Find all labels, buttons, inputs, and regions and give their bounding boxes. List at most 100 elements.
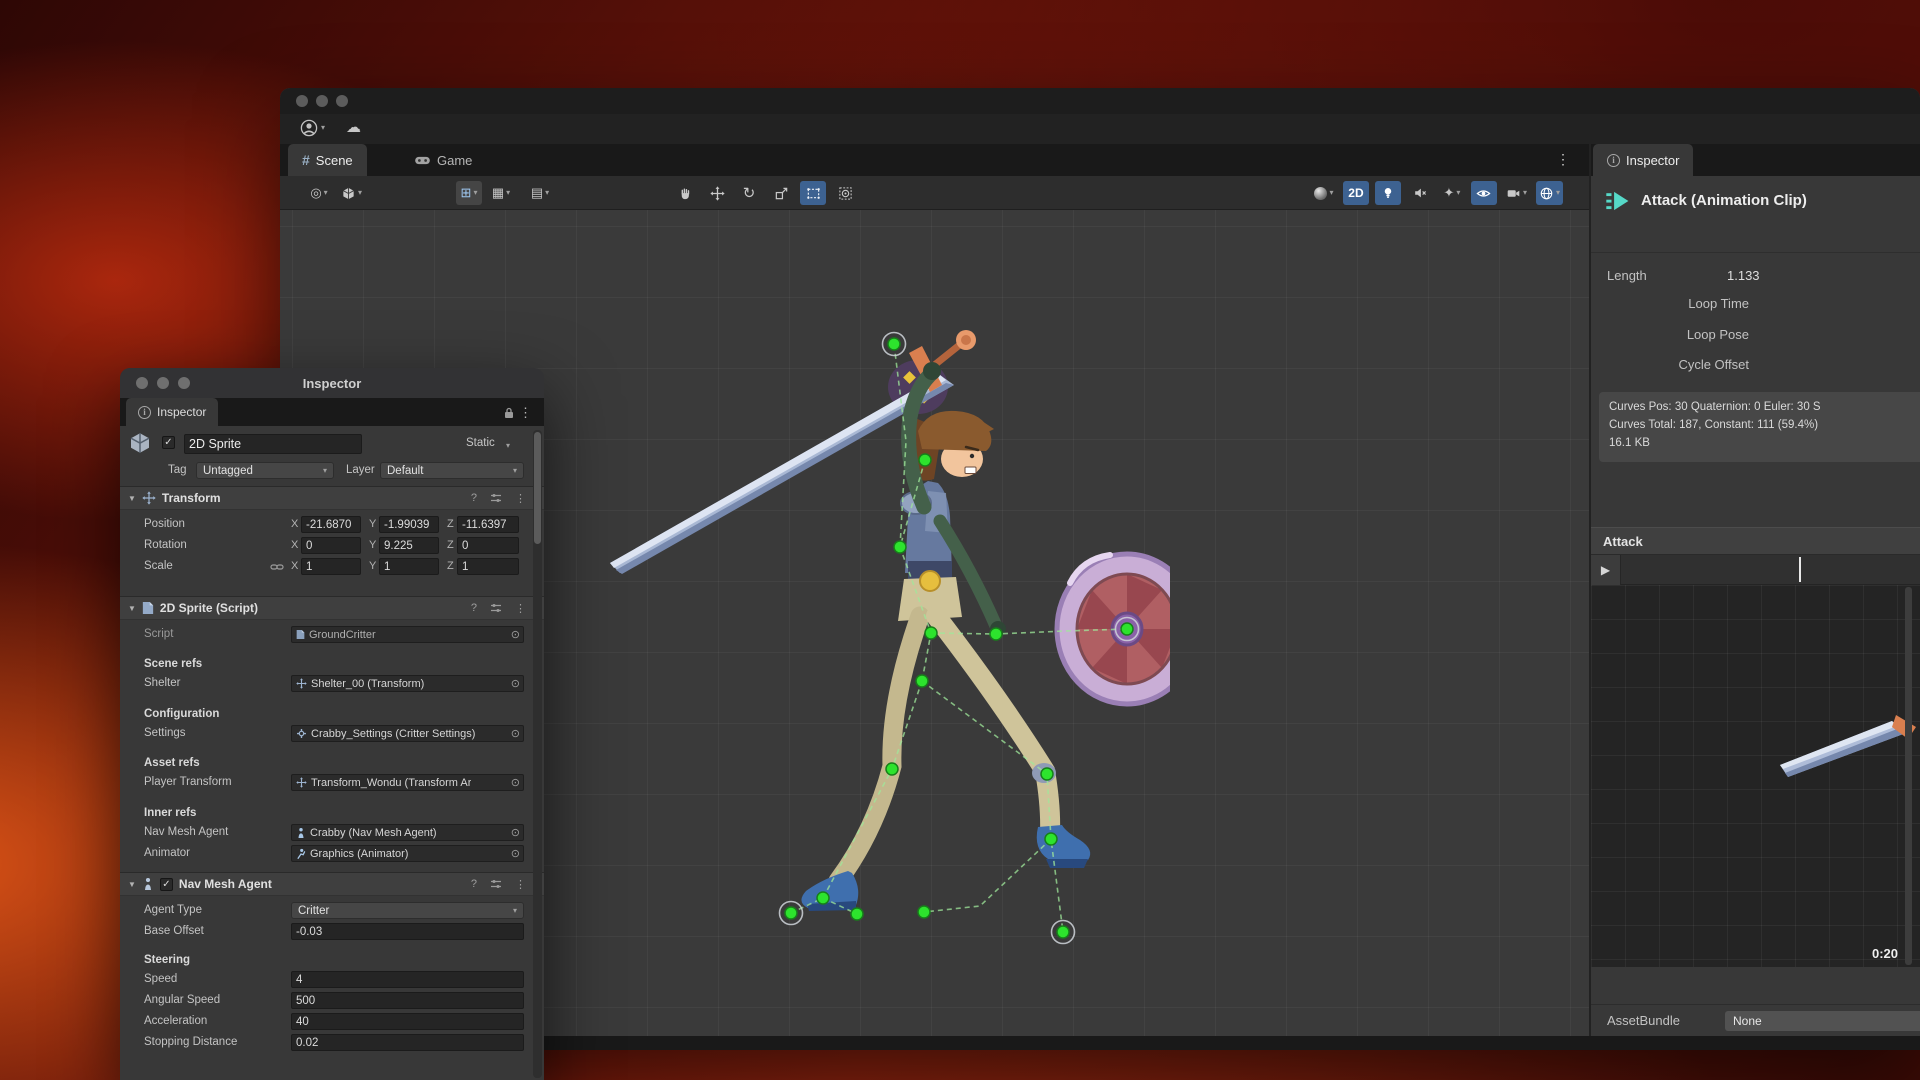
script-component-header[interactable]: ▼ 2D Sprite (Script) ? ⋮ <box>120 596 544 620</box>
transform-component-header[interactable]: ▼ Transform ? ⋮ <box>120 486 544 510</box>
acceleration-field[interactable]: 40 <box>291 1013 524 1030</box>
rotation-y-field[interactable]: 9.225 <box>379 537 439 554</box>
audio-mute-button[interactable] <box>1407 181 1433 205</box>
playhead[interactable] <box>1799 557 1801 582</box>
tool-pivot-button[interactable]: ▾ <box>338 181 365 205</box>
grid-snapping-button[interactable]: ▦ ▾ <box>488 181 514 205</box>
rect-tool-button[interactable] <box>800 181 826 205</box>
script-object-field[interactable]: GroundCritter ⊙ <box>291 626 524 643</box>
layer-dropdown[interactable]: Default ▾ <box>380 462 524 479</box>
scale-x-field[interactable]: 1 <box>301 558 361 575</box>
object-picker-icon[interactable]: ⊙ <box>511 826 520 839</box>
position-z-field[interactable]: -11.6397 <box>457 516 519 533</box>
shading-mode-button[interactable]: ▾ <box>1311 181 1337 205</box>
tab-menu-button[interactable]: ⋮ <box>519 405 532 421</box>
scale-y-field[interactable]: 1 <box>379 558 439 575</box>
help-icon[interactable]: ? <box>471 602 477 614</box>
increment-snap-button[interactable]: ▤ ▾ <box>520 181 560 205</box>
lock-icon[interactable] <box>504 407 514 419</box>
tool-handle-position-button[interactable]: ◎ ▾ <box>306 181 332 205</box>
object-picker-icon[interactable]: ⊙ <box>511 677 520 690</box>
presets-icon[interactable] <box>490 492 502 504</box>
grid-visibility-button[interactable]: ⊞ ▾ <box>456 181 482 205</box>
gizmos-toggle-button[interactable]: ▾ <box>1536 181 1563 205</box>
presets-icon[interactable] <box>490 878 502 890</box>
window-title: Inspector <box>303 376 362 391</box>
player-transform-object-field[interactable]: Transform_Wondu (Transform Ar ⊙ <box>291 774 524 791</box>
tab-game[interactable]: Game <box>400 144 486 176</box>
object-picker-icon[interactable]: ⊙ <box>511 727 520 740</box>
effects-button[interactable]: ✦ ▾ <box>1439 181 1465 205</box>
presets-icon[interactable] <box>490 602 502 614</box>
foldout-icon[interactable]: ▼ <box>128 604 136 613</box>
gameobject-name-field[interactable]: 2D Sprite <box>184 434 362 454</box>
clip-preview-header[interactable]: Attack <box>1591 527 1920 555</box>
navmesh-agent-object-field[interactable]: Crabby (Nav Mesh Agent) ⊙ <box>291 824 524 841</box>
close-window-button[interactable] <box>296 95 308 107</box>
shelter-object-field[interactable]: Shelter_00 (Transform) ⊙ <box>291 675 524 692</box>
transform-tool-button[interactable] <box>832 181 858 205</box>
tab-inspector[interactable]: i Inspector <box>126 398 218 426</box>
inspector-scrollbar[interactable] <box>533 430 542 1078</box>
active-checkbox[interactable]: ✓ <box>162 436 175 449</box>
tabstrip-menu-button[interactable]: ⋮ <box>1556 151 1570 168</box>
angular-speed-field[interactable]: 500 <box>291 992 524 1009</box>
cycle-offset-label[interactable]: Cycle Offset <box>1591 357 1749 372</box>
preview-play-button[interactable]: ▶ <box>1591 555 1621 585</box>
scene-visibility-button[interactable] <box>1471 181 1497 205</box>
account-button[interactable]: ▾ <box>300 119 325 137</box>
position-y-field[interactable]: -1.99039 <box>379 516 439 533</box>
toggle-2d-button[interactable]: 2D <box>1343 181 1369 205</box>
floating-titlebar[interactable]: Inspector <box>120 368 544 398</box>
rotate-tool-button[interactable]: ↻ <box>736 181 762 205</box>
gameobject-cube-icon[interactable] <box>128 431 152 455</box>
tag-dropdown[interactable]: Untagged ▾ <box>196 462 334 479</box>
position-x-field[interactable]: -21.6870 <box>301 516 361 533</box>
speed-field[interactable]: 4 <box>291 971 524 988</box>
scale-tool-button[interactable] <box>768 181 794 205</box>
zoom-window-button[interactable] <box>336 95 348 107</box>
kebab-icon[interactable]: ⋮ <box>515 878 526 891</box>
scale-z-field[interactable]: 1 <box>457 558 519 575</box>
tab-scene[interactable]: # Scene <box>288 144 367 176</box>
foldout-icon[interactable]: ▼ <box>128 880 136 889</box>
animator-object-field[interactable]: Graphics (Animator) ⊙ <box>291 845 524 862</box>
assetbundle-dropdown[interactable]: None <box>1725 1011 1920 1031</box>
scrollbar-thumb[interactable] <box>534 432 541 544</box>
animation-preview[interactable]: 0:20 <box>1591 585 1920 967</box>
loop-pose-label[interactable]: Loop Pose <box>1591 327 1749 342</box>
kebab-icon[interactable]: ⋮ <box>515 602 526 615</box>
zoom-window-button[interactable] <box>178 377 190 389</box>
navmesh-component-header[interactable]: ▼ ✓ Nav Mesh Agent ? ⋮ <box>120 872 544 896</box>
base-offset-field[interactable]: -0.03 <box>291 923 524 940</box>
object-picker-icon[interactable]: ⊙ <box>511 776 520 789</box>
link-icon[interactable] <box>270 562 284 572</box>
close-window-button[interactable] <box>136 377 148 389</box>
tab-inspector[interactable]: i Inspector <box>1593 144 1693 176</box>
minimize-window-button[interactable] <box>316 95 328 107</box>
object-picker-icon[interactable]: ⊙ <box>511 847 520 860</box>
preview-scrollbar[interactable] <box>1905 587 1912 965</box>
agent-type-dropdown[interactable]: Critter ▾ <box>291 902 524 919</box>
loop-time-label[interactable]: Loop Time <box>1591 296 1749 311</box>
hand-tool-button[interactable] <box>672 181 698 205</box>
preview-timeline-ruler[interactable] <box>1621 555 1920 584</box>
settings-object-field[interactable]: Crabby_Settings (Critter Settings) ⊙ <box>291 725 524 742</box>
enabled-checkbox[interactable]: ✓ <box>160 878 173 891</box>
scene-lighting-button[interactable] <box>1375 181 1401 205</box>
kebab-icon[interactable]: ⋮ <box>515 492 526 505</box>
rotation-x-field[interactable]: 0 <box>301 537 361 554</box>
stopping-distance-field[interactable]: 0.02 <box>291 1034 524 1051</box>
cloud-services-button[interactable]: ☁ <box>346 118 361 136</box>
move-tool-button[interactable] <box>704 181 730 205</box>
scene-camera-button[interactable]: ▾ <box>1503 181 1530 205</box>
rotation-z-field[interactable]: 0 <box>457 537 519 554</box>
foldout-icon[interactable]: ▼ <box>128 494 136 503</box>
help-icon[interactable]: ? <box>471 492 477 504</box>
object-picker-icon[interactable]: ⊙ <box>511 628 520 641</box>
help-icon[interactable]: ? <box>471 878 477 890</box>
window-titlebar[interactable] <box>280 88 1920 114</box>
minimize-window-button[interactable] <box>157 377 169 389</box>
static-dropdown[interactable]: ▾ <box>506 442 510 450</box>
acceleration-row: Acceleration 40 <box>120 1011 544 1032</box>
